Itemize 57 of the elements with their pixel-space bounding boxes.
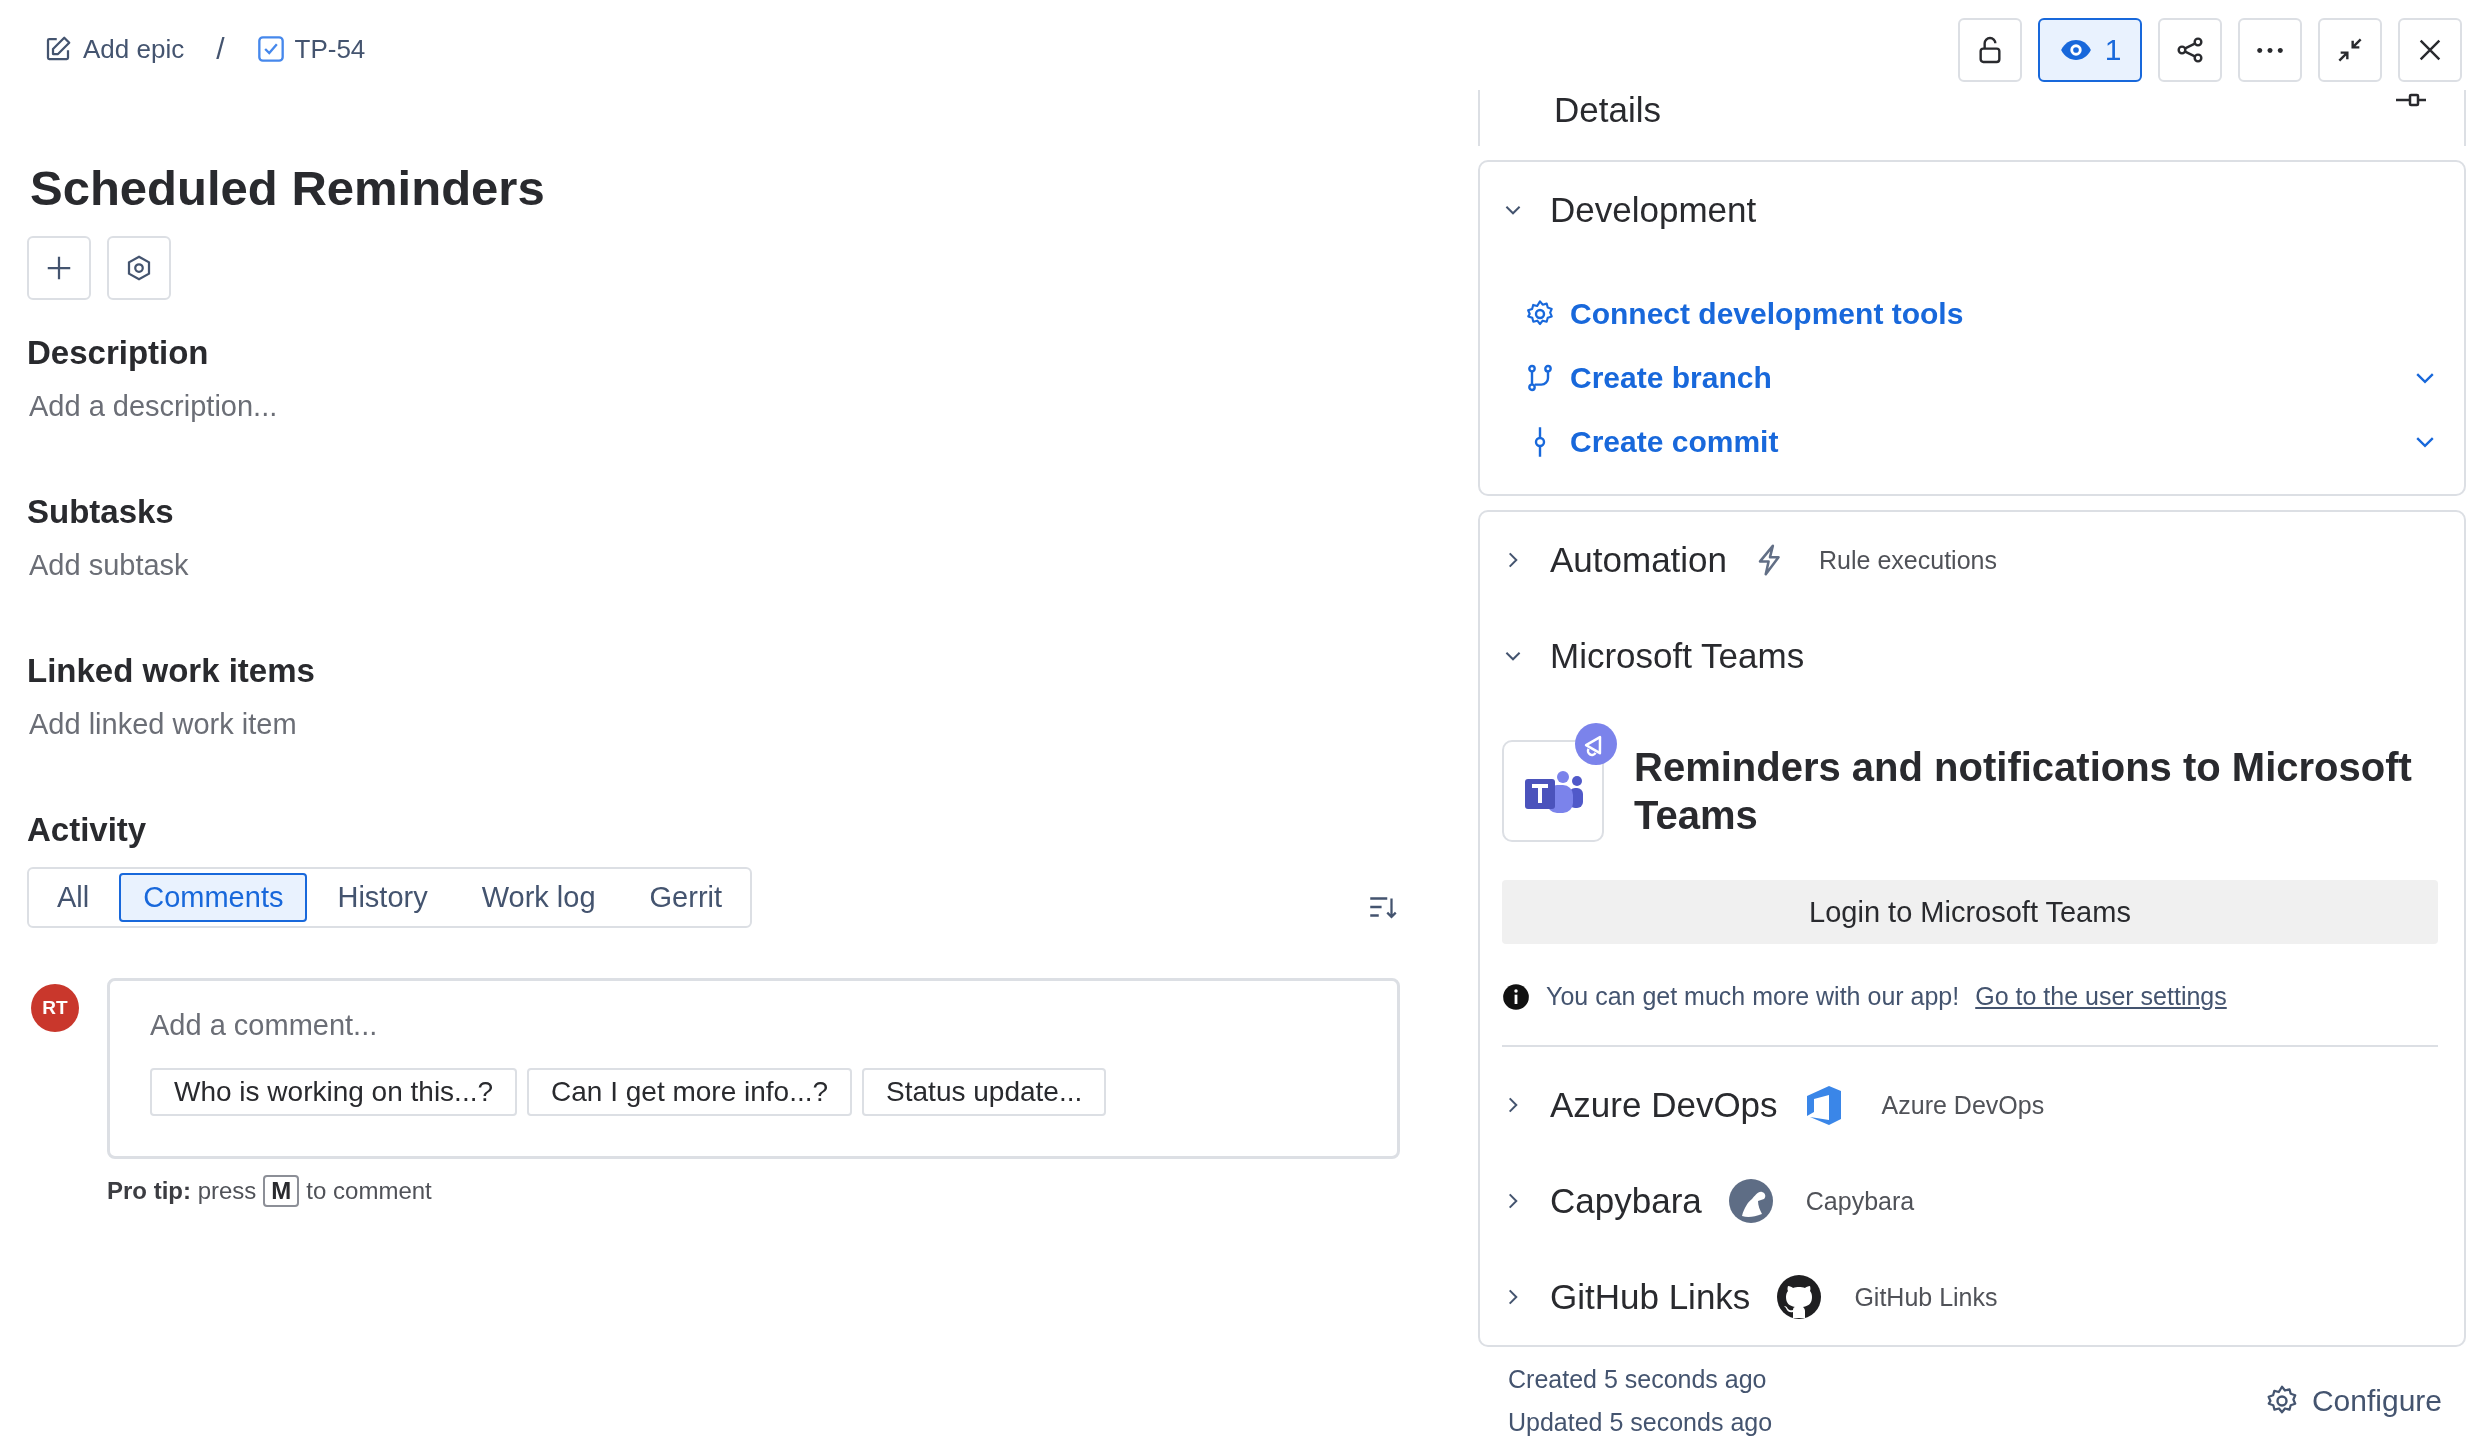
activity-tab[interactable]: All bbox=[33, 873, 114, 922]
share-button[interactable] bbox=[2158, 18, 2222, 82]
activity-tab[interactable]: Comments bbox=[119, 873, 308, 922]
suggestion-button[interactable]: Can I get more info...? bbox=[527, 1068, 853, 1116]
user-settings-link[interactable]: Go to the user settings bbox=[1975, 982, 2227, 1011]
breadcrumb-link[interactable]: TP-54 bbox=[256, 33, 366, 65]
add-placeholder[interactable]: Add a description... bbox=[29, 390, 278, 423]
add-button[interactable] bbox=[27, 236, 91, 300]
app-caption: Azure DevOps bbox=[1881, 1090, 2045, 1120]
user-avatar[interactable]: RT bbox=[31, 984, 79, 1032]
add-placeholder[interactable]: Add subtask bbox=[29, 549, 189, 582]
watch-button[interactable]: 1 bbox=[2038, 18, 2142, 82]
development-link[interactable]: Connect development tools bbox=[1524, 297, 1964, 331]
close-button[interactable] bbox=[2398, 18, 2462, 82]
app-caption: Capybara bbox=[1805, 1186, 1915, 1216]
apps-button[interactable] bbox=[107, 236, 171, 300]
panel-title[interactable]: GitHub Links bbox=[1550, 1277, 1751, 1317]
activity-tab[interactable]: Gerrit bbox=[625, 873, 747, 922]
breadcrumb-separator: / bbox=[216, 32, 225, 66]
configure-button[interactable]: Configure bbox=[2259, 1379, 2446, 1423]
section-heading: Linked work items bbox=[27, 652, 316, 690]
app-caption: Rule executions bbox=[1819, 545, 1997, 575]
section-heading: Description bbox=[27, 334, 210, 372]
info-icon bbox=[1502, 982, 1530, 1011]
development-link[interactable]: Create branch bbox=[1524, 361, 1772, 395]
issue-title[interactable]: Scheduled Reminders bbox=[30, 160, 1400, 216]
activity-tab[interactable]: History bbox=[313, 873, 452, 922]
login-button[interactable]: Login to Microsoft Teams bbox=[1502, 880, 2438, 944]
updated-time: Updated 5 seconds ago bbox=[1508, 1408, 1773, 1437]
pro-tip-text: Pro tip: press bbox=[107, 1177, 257, 1205]
suggestion-button[interactable]: Status update... bbox=[862, 1068, 1107, 1116]
panel-title[interactable]: Microsoft Teams bbox=[1550, 636, 1805, 676]
panel-title[interactable]: Details bbox=[1554, 90, 1661, 130]
panel-title[interactable]: Development bbox=[1550, 190, 1757, 230]
comment-field[interactable]: Add a comment... Who is working on this...? Can I get more info...? Status update... bbox=[107, 978, 1400, 1159]
created-time: Created 5 seconds ago bbox=[1508, 1365, 1768, 1394]
development-link[interactable]: Create commit bbox=[1524, 425, 1779, 459]
section-heading: Subtasks bbox=[27, 493, 175, 531]
keyboard-key: M bbox=[263, 1175, 300, 1207]
panel-title[interactable]: Azure DevOps bbox=[1550, 1085, 1778, 1125]
add-placeholder[interactable]: Add linked work item bbox=[29, 708, 297, 741]
pro-tip-text: to comment bbox=[306, 1177, 432, 1205]
checkbox-icon bbox=[256, 35, 285, 63]
panel-title[interactable]: Capybara bbox=[1550, 1181, 1702, 1221]
section-heading: Activity bbox=[27, 811, 148, 849]
capybara-logo bbox=[1727, 1178, 1774, 1224]
more-icon bbox=[2255, 47, 2285, 53]
app-caption: GitHub Links bbox=[1854, 1282, 1998, 1312]
app-heading: Reminders and notifications to Microsoft Teams bbox=[1634, 744, 2413, 839]
panel-title[interactable]: Automation bbox=[1550, 540, 1728, 580]
info-text: You can get much more with our app! bbox=[1546, 982, 1960, 1011]
minimize-button[interactable] bbox=[2318, 18, 2382, 82]
lock-button[interactable] bbox=[1958, 18, 2022, 82]
suggestion-button[interactable]: Who is working on this...? bbox=[150, 1068, 518, 1116]
octocat-logo bbox=[1776, 1274, 1823, 1320]
activity-tab[interactable]: Work log bbox=[457, 873, 620, 922]
breadcrumb-link[interactable]: Add epic bbox=[43, 33, 185, 65]
